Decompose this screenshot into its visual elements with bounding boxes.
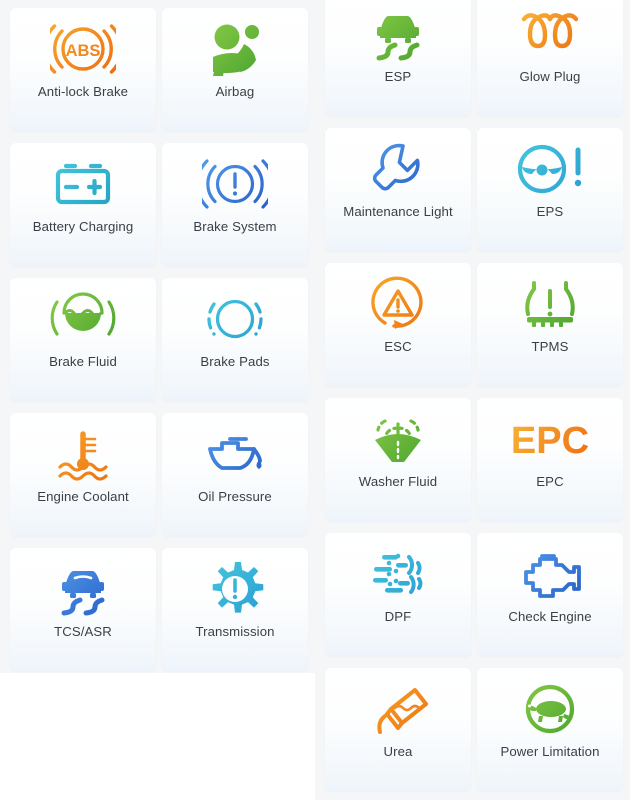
card-label: TPMS (531, 339, 569, 354)
card-glow-plug[interactable]: Glow Plug (477, 0, 623, 116)
card-label: Airbag (215, 84, 255, 99)
right-panel: ESP Maintenance Light ESC Washer Fluid D… (315, 0, 630, 800)
svg-text:EPC: EPC (511, 420, 589, 462)
engine-coolant-icon (10, 413, 156, 489)
esp-icon (325, 0, 471, 69)
card-maintenance-light[interactable]: Maintenance Light (325, 128, 471, 251)
urea-icon (325, 668, 471, 744)
card-battery-charging[interactable]: Battery Charging (10, 143, 156, 266)
transmission-icon (162, 548, 308, 624)
card-airbag[interactable]: Airbag (162, 8, 308, 131)
card-epc[interactable]: EPC EPC (477, 398, 623, 521)
card-label: Oil Pressure (198, 489, 272, 504)
card-label: Washer Fluid (358, 474, 438, 489)
card-label: Check Engine (508, 609, 592, 624)
card-label: EPS (536, 204, 564, 219)
card-eps[interactable]: EPS (477, 128, 623, 251)
card-brake-system[interactable]: Brake System (162, 143, 308, 266)
card-tcs-asr[interactable]: TCS/ASR (10, 548, 156, 671)
card-label: Power Limitation (500, 744, 600, 759)
card-tpms[interactable]: TPMS (477, 263, 623, 386)
card-label: Engine Coolant (37, 489, 129, 504)
check-engine-icon (477, 533, 623, 609)
card-label: Anti-lock Brake (37, 84, 129, 99)
card-label: Brake System (193, 219, 277, 234)
card-label: Brake Pads (200, 354, 270, 369)
card-label: Battery Charging (32, 219, 134, 234)
brake-pads-icon (162, 278, 308, 354)
card-power-limitation[interactable]: Power Limitation (477, 668, 623, 791)
washer-fluid-icon (325, 398, 471, 474)
battery-charging-icon (10, 143, 156, 219)
card-brake-fluid[interactable]: Brake Fluid (10, 278, 156, 401)
card-label: EPC (536, 474, 564, 489)
card-esp[interactable]: ESP (325, 0, 471, 116)
power-limitation-icon (477, 668, 623, 744)
tpms-icon (477, 263, 623, 339)
card-label: Maintenance Light (343, 204, 453, 219)
card-label: ESC (384, 339, 412, 354)
card-engine-coolant[interactable]: Engine Coolant (10, 413, 156, 536)
abs-icon: ABS (10, 8, 156, 84)
card-label: Glow Plug (519, 69, 581, 84)
card-label: Urea (383, 744, 413, 759)
card-washer-fluid[interactable]: Washer Fluid (325, 398, 471, 521)
card-esc[interactable]: ESC (325, 263, 471, 386)
card-label: TCS/ASR (54, 624, 112, 639)
tcs-asr-icon (10, 548, 156, 624)
oil-pressure-icon (162, 413, 308, 489)
esc-icon (325, 263, 471, 339)
card-urea[interactable]: Urea (325, 668, 471, 791)
brake-system-icon (162, 143, 308, 219)
card-check-engine[interactable]: Check Engine (477, 533, 623, 656)
card-label: Brake Fluid (49, 354, 117, 369)
card-anti-lock-brake[interactable]: ABS Anti-lock Brake (10, 8, 156, 131)
card-transmission[interactable]: Transmission (162, 548, 308, 671)
svg-text:ABS: ABS (66, 42, 101, 60)
card-brake-pads[interactable]: Brake Pads (162, 278, 308, 401)
epc-icon: EPC (477, 398, 623, 474)
card-label: Transmission (195, 624, 275, 639)
warning-lights-screen: ABS Anti-lock Brake Battery Charging Brak… (0, 0, 630, 800)
eps-icon (477, 128, 623, 204)
glow-plug-icon (477, 0, 623, 69)
card-oil-pressure[interactable]: Oil Pressure (162, 413, 308, 536)
maintenance-light-icon (325, 128, 471, 204)
card-dpf[interactable]: DPF (325, 533, 471, 656)
card-label: DPF (384, 609, 412, 624)
brake-fluid-icon (10, 278, 156, 354)
dpf-icon (325, 533, 471, 609)
card-label: ESP (384, 69, 412, 84)
left-panel: ABS Anti-lock Brake Battery Charging Brak… (0, 0, 315, 800)
airbag-icon (162, 8, 308, 84)
